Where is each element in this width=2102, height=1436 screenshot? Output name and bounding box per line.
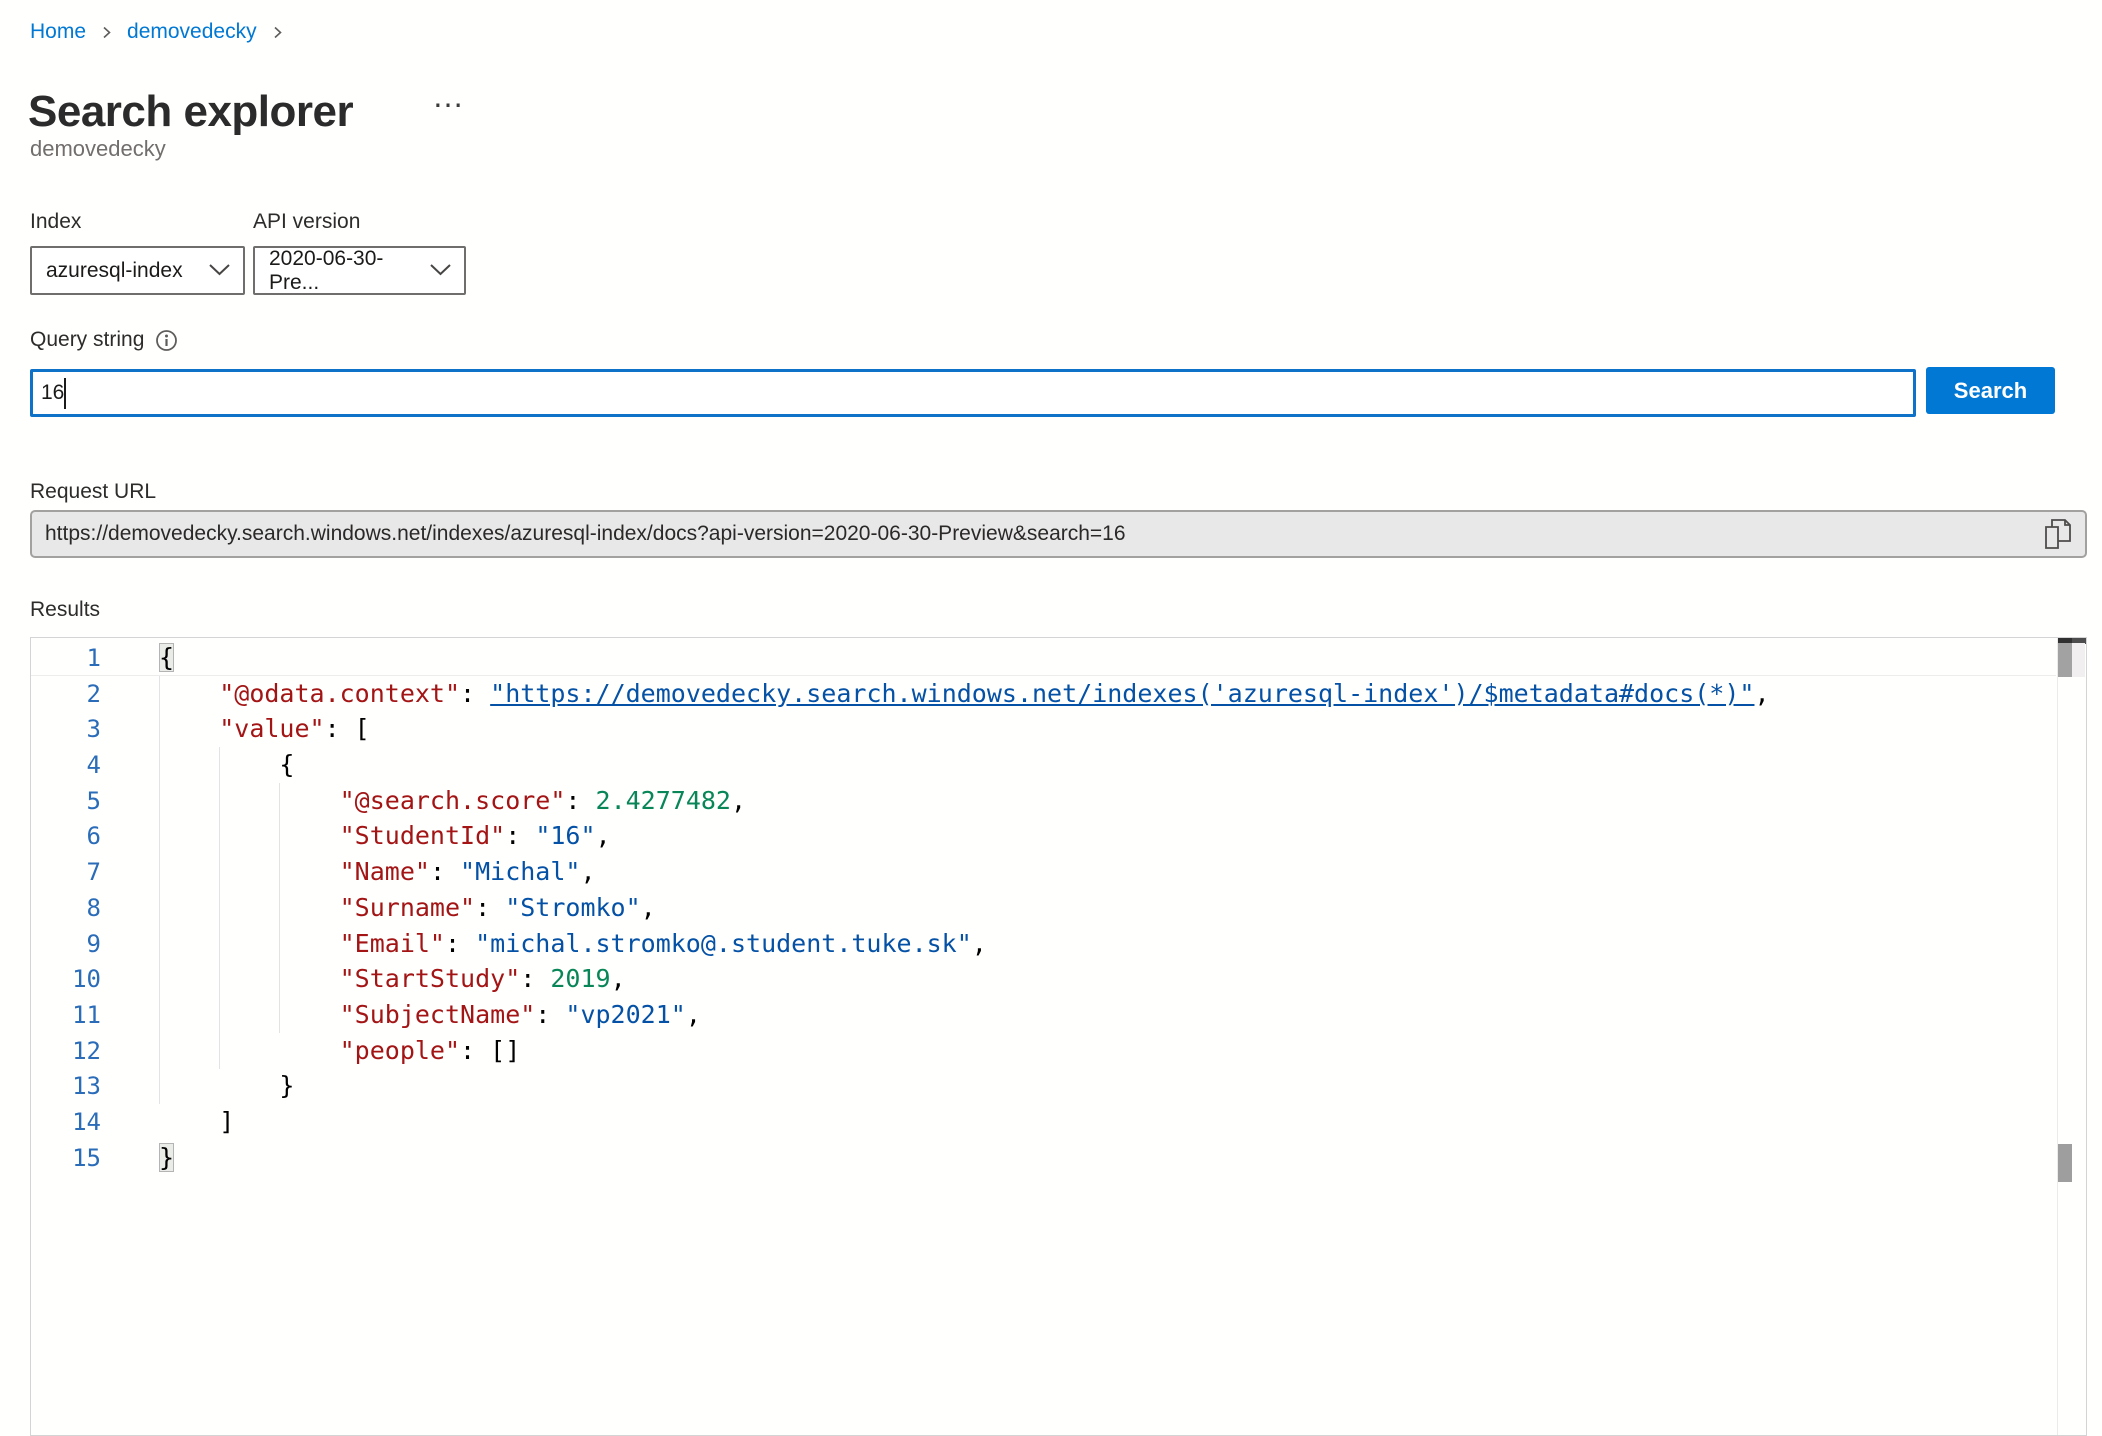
line-number: 11 xyxy=(31,998,101,1034)
index-dropdown-value: azuresql-index xyxy=(46,259,183,283)
code-text: } xyxy=(159,1071,294,1100)
line-number: 14 xyxy=(31,1105,101,1141)
editor-line: 14 ] xyxy=(31,1104,2056,1140)
line-number: 7 xyxy=(31,855,101,891)
search-button[interactable]: Search xyxy=(1926,367,2055,414)
line-number: 13 xyxy=(31,1069,101,1105)
editor-line: 1{ xyxy=(31,640,2056,676)
code-text: "people": [] xyxy=(159,1036,520,1065)
line-number: 3 xyxy=(31,712,101,748)
code-text: { xyxy=(159,643,174,672)
api-version-label: API version xyxy=(253,210,360,234)
editor-line: 8 "Surname": "Stromko", xyxy=(31,890,2056,926)
chevron-right-icon xyxy=(270,25,285,40)
line-number: 8 xyxy=(31,891,101,927)
request-url-field: https://demovedecky.search.windows.net/i… xyxy=(30,510,2087,558)
request-url-label: Request URL xyxy=(30,480,156,504)
editor-line: 7 "Name": "Michal", xyxy=(31,854,2056,890)
results-editor[interactable]: 1{2 "@odata.context": "https://demovedec… xyxy=(30,637,2087,1436)
chevron-down-icon xyxy=(429,259,452,283)
query-string-input[interactable] xyxy=(30,369,1916,417)
api-version-dropdown[interactable]: 2020-06-30-Pre... xyxy=(253,246,466,295)
query-string-label: Query string xyxy=(30,328,144,352)
search-explorer-page: Home demovedecky Search explorer … demove… xyxy=(0,0,2102,1436)
code-text: "@search.score": 2.4277482, xyxy=(159,786,746,815)
request-url-value: https://demovedecky.search.windows.net/i… xyxy=(45,522,2033,546)
page-subtitle: demovedecky xyxy=(30,136,166,162)
line-number: 4 xyxy=(31,748,101,784)
code-text: "value": [ xyxy=(159,714,370,743)
editor-line: 12 "people": [] xyxy=(31,1033,2056,1069)
chevron-right-icon xyxy=(99,25,114,40)
breadcrumb: Home demovedecky xyxy=(30,20,285,44)
breadcrumb-link-home[interactable]: Home xyxy=(30,20,86,44)
code-text: "Surname": "Stromko", xyxy=(159,893,656,922)
index-label: Index xyxy=(30,210,81,234)
api-version-dropdown-value: 2020-06-30-Pre... xyxy=(269,247,429,295)
code-text: "StartStudy": 2019, xyxy=(159,964,626,993)
text-cursor xyxy=(64,378,66,409)
editor-line: 11 "SubjectName": "vp2021", xyxy=(31,997,2056,1033)
chevron-down-icon xyxy=(208,259,231,283)
editor-line: 13 } xyxy=(31,1068,2056,1104)
code-text: "SubjectName": "vp2021", xyxy=(159,1000,701,1029)
results-label: Results xyxy=(30,598,100,622)
editor-line: 6 "StudentId": "16", xyxy=(31,818,2056,854)
breadcrumb-link-demovedecky[interactable]: demovedecky xyxy=(127,20,257,44)
scrollbar-track xyxy=(2072,643,2085,677)
overview-ruler-mark xyxy=(2058,1144,2072,1182)
editor-line: 5 "@search.score": 2.4277482, xyxy=(31,783,2056,819)
index-dropdown[interactable]: azuresql-index xyxy=(30,246,245,295)
editor-line: 10 "StartStudy": 2019, xyxy=(31,961,2056,997)
code-text: "Email": "michal.stromko@.student.tuke.s… xyxy=(159,929,987,958)
line-number: 15 xyxy=(31,1141,101,1177)
copy-icon[interactable] xyxy=(2033,515,2073,553)
page-title: Search explorer xyxy=(28,87,353,137)
editor-line: 2 "@odata.context": "https://demovedecky… xyxy=(31,676,2056,712)
code-text: { xyxy=(159,750,294,779)
line-number: 5 xyxy=(31,784,101,820)
line-number: 9 xyxy=(31,927,101,963)
vertical-scrollbar-thumb[interactable] xyxy=(2058,643,2072,677)
editor-line: 15} xyxy=(31,1140,2056,1176)
code-text: } xyxy=(159,1143,174,1172)
code-text: "StudentId": "16", xyxy=(159,821,611,850)
line-number: 12 xyxy=(31,1034,101,1070)
scrollbar-track xyxy=(2057,638,2058,1435)
editor-line: 4 { xyxy=(31,747,2056,783)
code-text: "Name": "Michal", xyxy=(159,857,596,886)
line-number: 10 xyxy=(31,962,101,998)
code-text: ] xyxy=(159,1107,234,1136)
line-number: 6 xyxy=(31,819,101,855)
editor-line: 9 "Email": "michal.stromko@.student.tuke… xyxy=(31,926,2056,962)
info-icon[interactable] xyxy=(155,329,178,352)
more-menu-button[interactable]: … xyxy=(432,78,466,115)
editor-lines: 1{2 "@odata.context": "https://demovedec… xyxy=(31,640,2056,1175)
editor-line: 3 "value": [ xyxy=(31,711,2056,747)
line-number: 2 xyxy=(31,677,101,713)
code-text: "@odata.context": "https://demovedecky.s… xyxy=(159,679,1770,708)
line-number: 1 xyxy=(31,641,101,677)
